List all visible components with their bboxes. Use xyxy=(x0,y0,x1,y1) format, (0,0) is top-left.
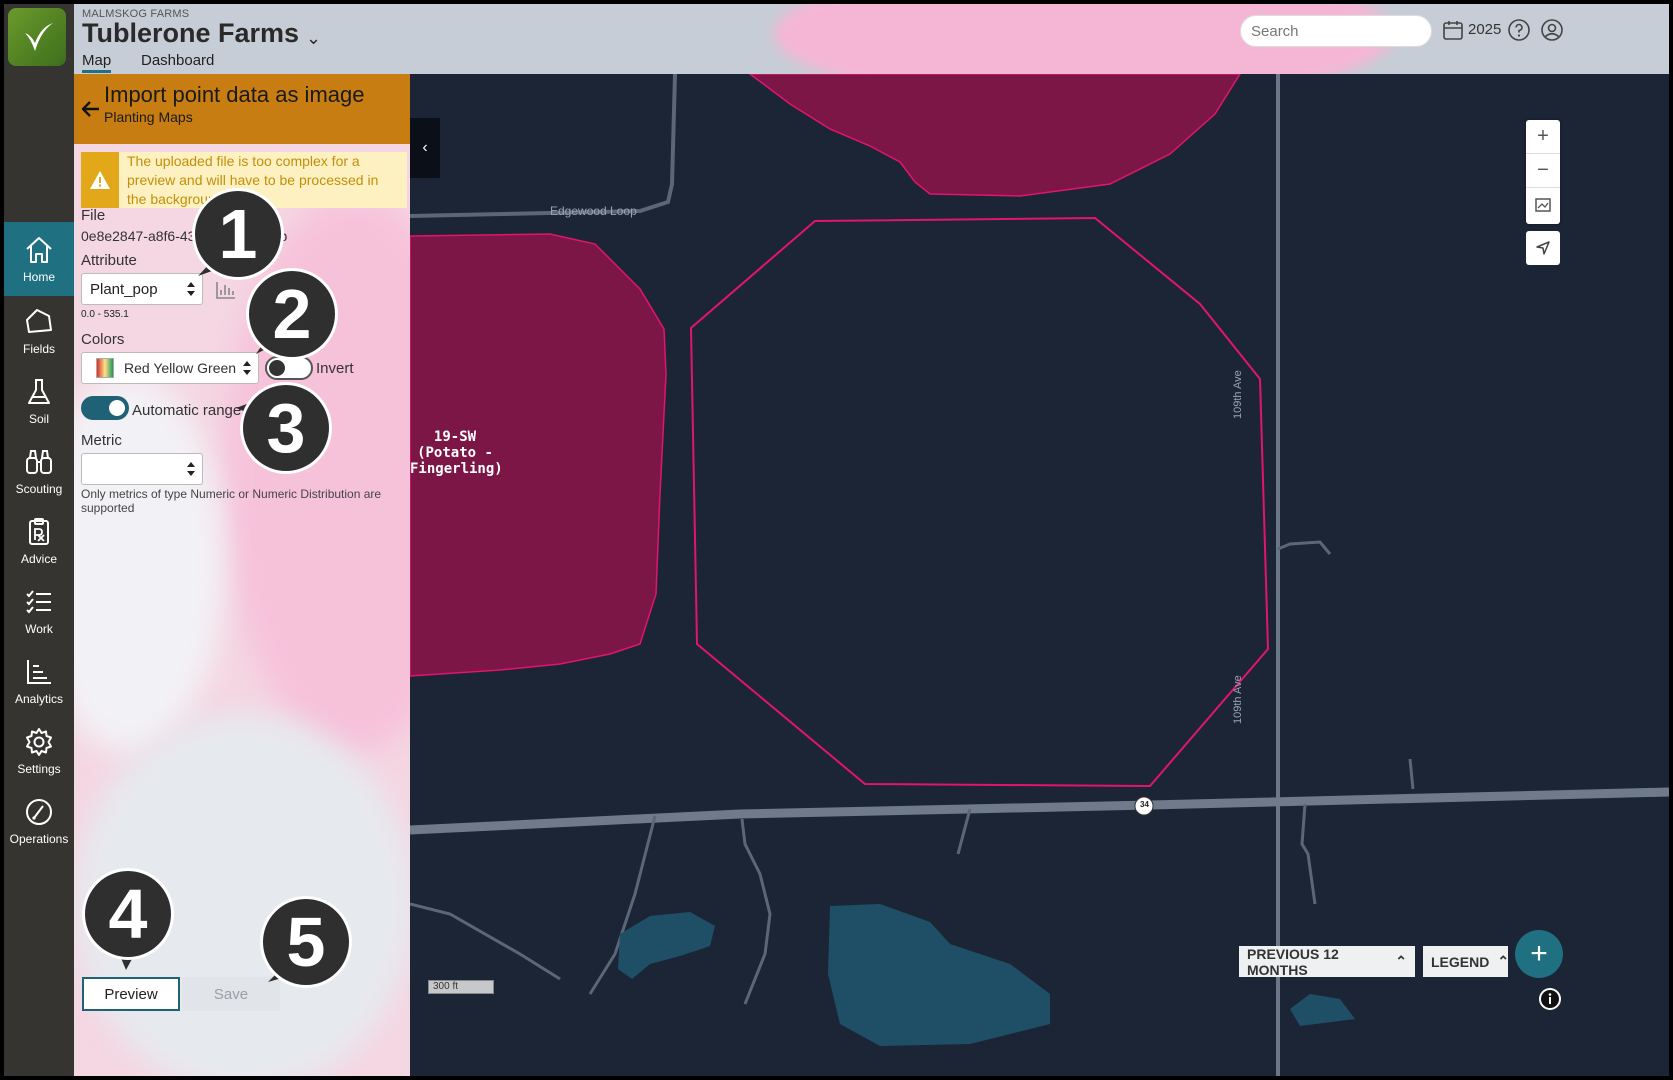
app-frame: 19-SW (Potato - Fingerling) Edgewood Loo… xyxy=(4,4,1669,1076)
callout-4: 4 xyxy=(82,868,174,960)
callout-5: 5 xyxy=(260,896,352,988)
callout-tails xyxy=(116,259,296,982)
callout-2: 2 xyxy=(246,268,338,360)
callout-1: 1 xyxy=(192,188,284,280)
callout-3: 3 xyxy=(240,382,332,474)
